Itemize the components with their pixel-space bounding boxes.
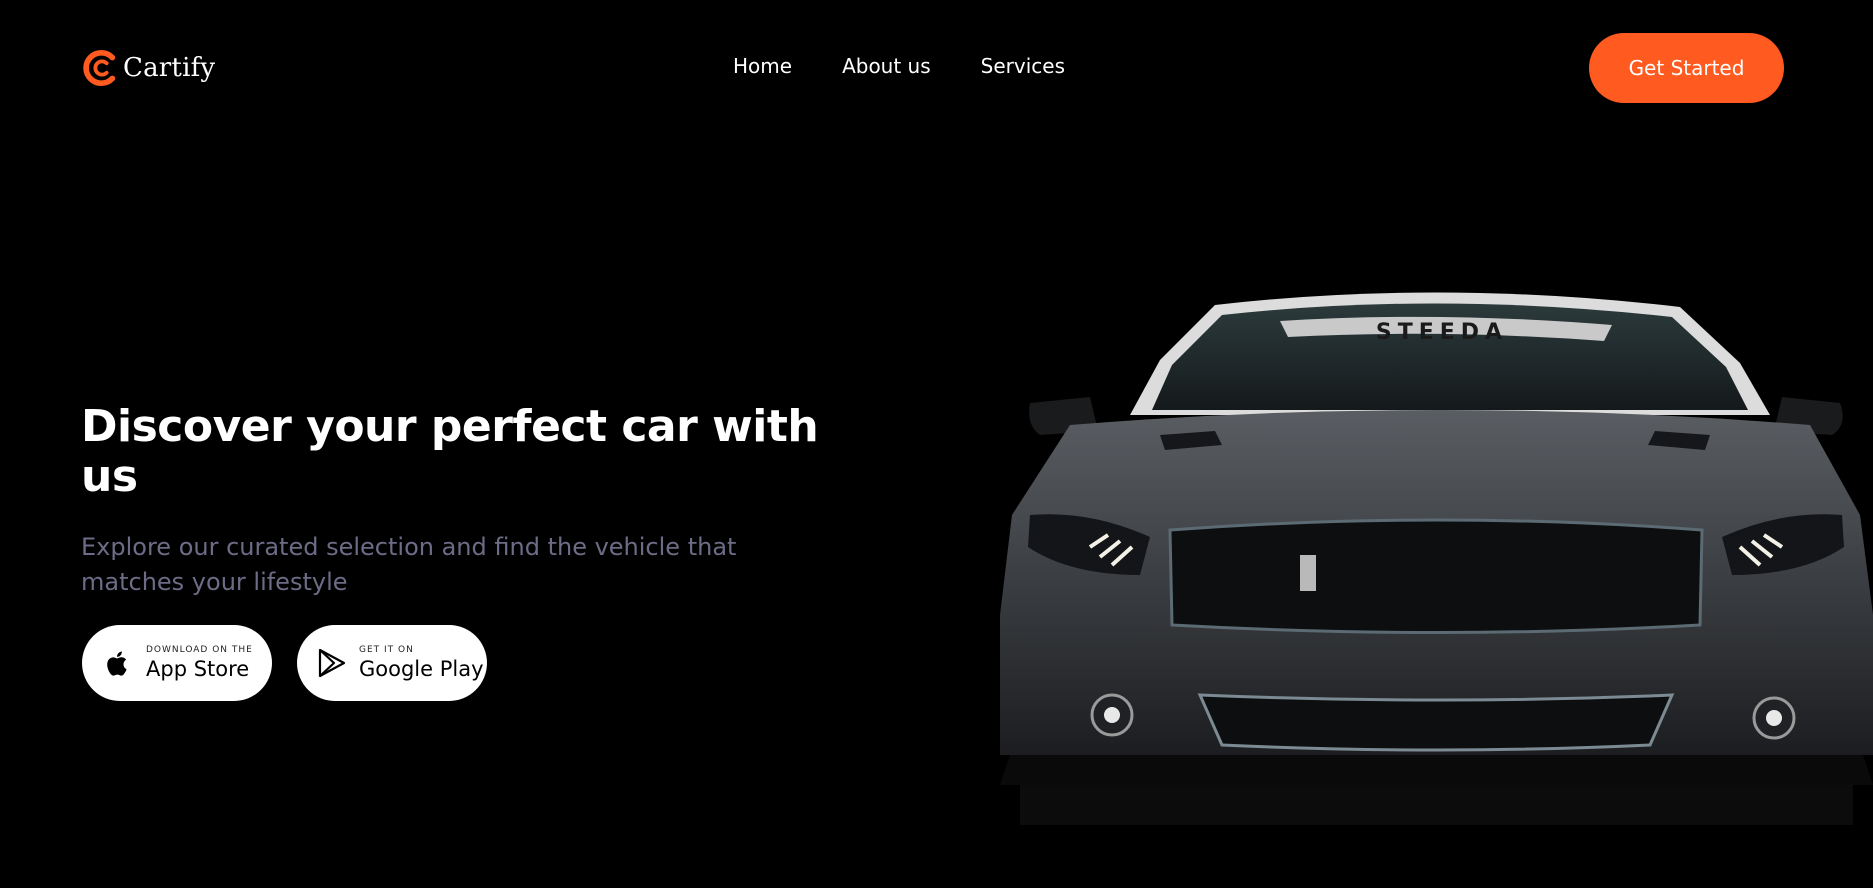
app-store-caption: DOWNLOAD ON THE	[146, 645, 253, 655]
nav-link-services[interactable]: Services	[981, 54, 1065, 78]
page: Cartify Home About us Services Get Start…	[0, 0, 1873, 888]
play-icon	[318, 648, 346, 678]
windshield-banner-text: STEEDA	[1376, 320, 1508, 345]
nav-link-home[interactable]: Home	[733, 54, 792, 78]
nav-link-about-us[interactable]: About us	[842, 54, 931, 78]
google-play-caption: GET IT ON	[359, 645, 414, 655]
main-nav: Home About us Services	[733, 54, 1065, 78]
hero-subtitle: Explore our curated selection and find t…	[81, 533, 737, 596]
brand-logo[interactable]: Cartify	[81, 48, 215, 88]
brand-name: Cartify	[123, 53, 216, 83]
google-play-text: GET IT ON Google Play	[359, 644, 484, 682]
app-store-label: App Store	[146, 657, 250, 681]
app-store-text: DOWNLOAD ON THE App Store	[146, 644, 253, 682]
apple-icon	[107, 651, 127, 676]
get-started-button[interactable]: Get Started	[1589, 33, 1784, 103]
cartify-logo-icon	[83, 49, 116, 87]
app-store-button[interactable]: DOWNLOAD ON THE App Store	[82, 625, 272, 701]
hero-car-image: STEEDA	[1000, 292, 1873, 825]
hero-title: Discover your perfect car with us	[81, 401, 819, 502]
google-play-button[interactable]: GET IT ON Google Play	[297, 625, 487, 701]
google-play-label: Google Play	[359, 657, 484, 681]
